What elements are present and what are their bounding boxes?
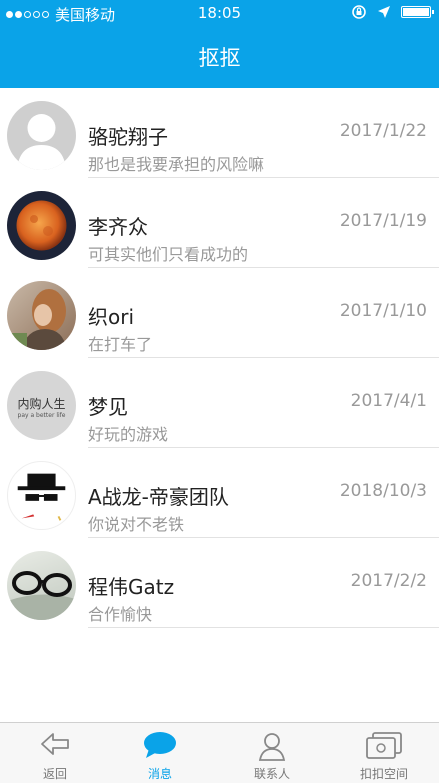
tab-label: 返回 <box>42 767 67 781</box>
user-silhouette-icon <box>17 114 66 170</box>
avatar-subtext: pay a better life <box>17 412 66 419</box>
page-title: 抠抠 <box>198 46 241 70</box>
tab-label: 扣扣空间 <box>359 767 408 781</box>
battery-icon <box>401 6 434 18</box>
back-arrow-icon <box>41 733 69 755</box>
tab-space[interactable]: 扣扣空间 <box>329 723 439 783</box>
moon-icon <box>16 200 67 251</box>
hat-sunglasses-avatar <box>7 461 76 530</box>
location-arrow-icon <box>378 6 390 18</box>
row-divider <box>88 627 439 628</box>
conversation-row[interactable]: A战龙-帝豪团队 你说对不老铁 2018/10/3 <box>0 448 439 538</box>
person-portrait-icon <box>7 289 67 350</box>
last-message: 好玩的游戏 <box>88 425 169 444</box>
message-date: 2017/4/1 <box>350 391 427 411</box>
last-message: 你说对不老铁 <box>88 515 185 534</box>
contacts-icon <box>258 733 286 761</box>
contact-name: 梦见 <box>88 395 128 419</box>
chat-bubble-icon <box>144 732 176 758</box>
tab-label: 联系人 <box>253 767 290 781</box>
conversation-row[interactable]: 程伟Gatz 合作愉快 2017/2/2 <box>0 538 439 628</box>
message-date: 2017/1/10 <box>339 301 427 321</box>
last-message: 那也是我要承担的风险嘛 <box>88 155 265 174</box>
contact-name: 李齐众 <box>88 215 148 239</box>
status-icons <box>351 4 434 20</box>
tab-bar: 返回 消息 联系人 扣扣空间 <box>0 722 439 783</box>
avatar-text: 内购人生 <box>17 397 66 411</box>
glasses-photo-avatar <box>7 551 76 620</box>
last-message: 在打车了 <box>88 335 153 354</box>
tab-back[interactable]: 返回 <box>0 723 110 783</box>
contact-name: 骆驼翔子 <box>88 125 168 149</box>
contact-name: 织ori <box>88 305 135 329</box>
text-avatar: 内购人生 pay a better life <box>7 371 76 440</box>
message-date: 2017/1/19 <box>339 211 427 231</box>
nav-bar: 抠抠 <box>0 26 439 88</box>
tab-messages[interactable]: 消息 <box>105 723 215 783</box>
eyeglasses-icon <box>7 571 76 620</box>
contact-name: A战龙-帝豪团队 <box>88 485 229 509</box>
conversation-row[interactable]: 内购人生 pay a better life 梦见 好玩的游戏 2017/4/1 <box>0 358 439 448</box>
status-bar: 美国移动 18:05 <box>0 0 439 26</box>
default-user-avatar <box>7 101 76 170</box>
orientation-lock-icon <box>352 5 366 19</box>
message-date: 2018/10/3 <box>339 481 427 501</box>
message-date: 2017/1/22 <box>339 121 427 141</box>
moon-photo-avatar <box>7 191 76 260</box>
space-icon <box>366 732 402 759</box>
message-date: 2017/2/2 <box>350 571 427 591</box>
contact-name: 程伟Gatz <box>88 575 175 599</box>
last-message: 合作愉快 <box>88 605 153 624</box>
conversation-row[interactable]: 织ori 在打车了 2017/1/10 <box>0 268 439 358</box>
portrait-photo-avatar <box>7 281 76 350</box>
hat-sunglasses-icon <box>17 473 66 521</box>
tab-label: 消息 <box>147 767 172 781</box>
tab-contacts[interactable]: 联系人 <box>217 723 327 783</box>
conversation-row[interactable]: 骆驼翔子 那也是我要承担的风险嘛 2017/1/22 <box>0 88 439 178</box>
conversation-row[interactable]: 李齐众 可其实他们只看成功的 2017/1/19 <box>0 178 439 268</box>
last-message: 可其实他们只看成功的 <box>88 245 249 264</box>
